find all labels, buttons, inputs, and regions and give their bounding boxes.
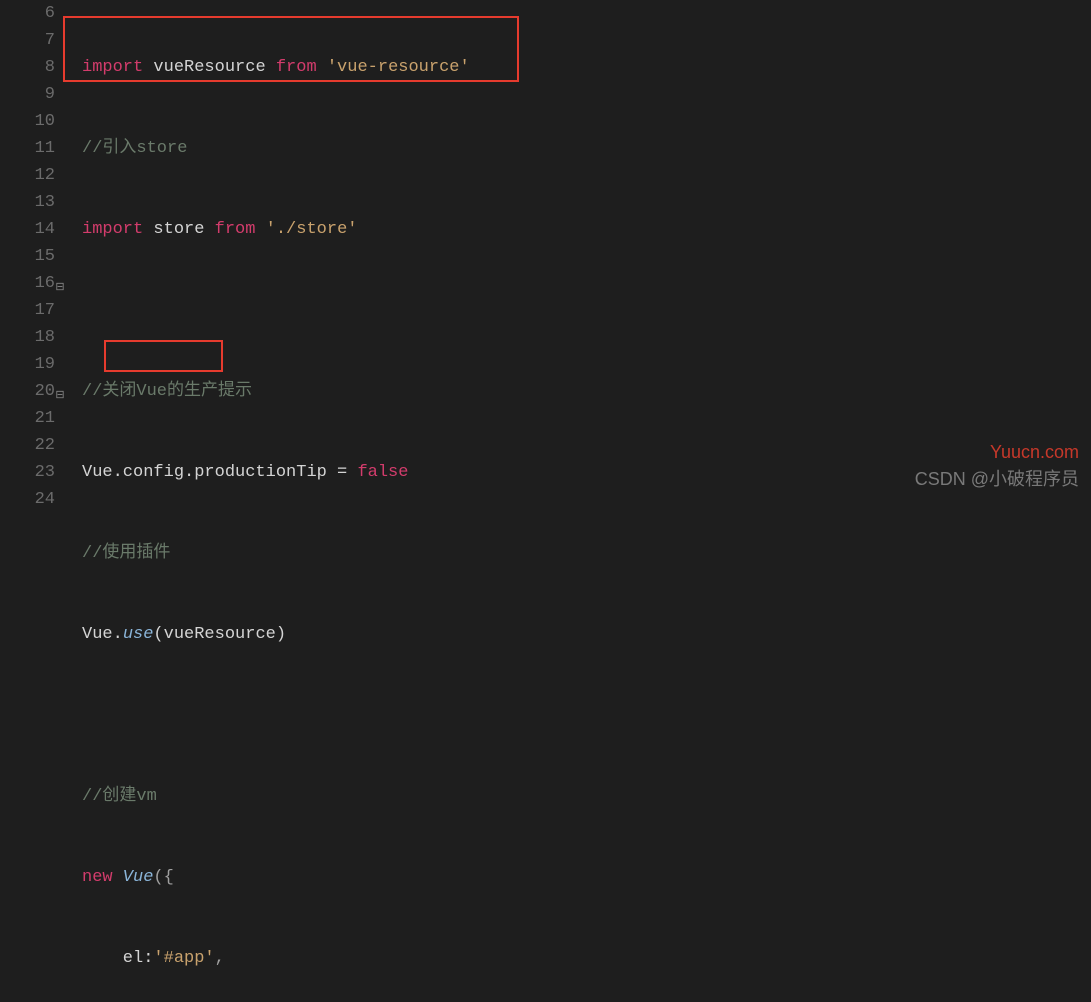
line-number: 9 — [0, 81, 55, 108]
line-number: 16⊟ — [0, 270, 55, 297]
code-line[interactable]: //引入store — [82, 135, 1091, 162]
code-line[interactable]: Vue.config.productionTip = false — [82, 459, 1091, 486]
code-line[interactable]: new Vue({ — [82, 864, 1091, 891]
line-number: 11 — [0, 135, 55, 162]
fold-icon[interactable]: ⊟ — [55, 383, 65, 410]
line-number: 15 — [0, 243, 55, 270]
line-number: 14 — [0, 216, 55, 243]
code-line[interactable]: el:'#app', — [82, 945, 1091, 972]
code-editor[interactable]: 6 7 8 9 10 11 12 13 14 15 16⊟ 17 18 19 2… — [0, 0, 1091, 501]
line-number: 17 — [0, 297, 55, 324]
line-number: 22 — [0, 432, 55, 459]
line-number: 23 — [0, 459, 55, 486]
fold-icon[interactable]: ⊟ — [55, 275, 65, 302]
line-number: 8 — [0, 54, 55, 81]
code-line[interactable] — [82, 297, 1091, 324]
line-number: 24 — [0, 486, 55, 513]
code-line[interactable]: import store from './store' — [82, 216, 1091, 243]
line-number: 18 — [0, 324, 55, 351]
code-line[interactable]: import vueResource from 'vue-resource' — [82, 54, 1091, 81]
code-area[interactable]: import vueResource from 'vue-resource' /… — [67, 0, 1091, 501]
line-number: 10 — [0, 108, 55, 135]
line-number: 21 — [0, 405, 55, 432]
code-line[interactable]: //创建vm — [82, 783, 1091, 810]
code-line[interactable]: //使用插件 — [82, 540, 1091, 567]
code-line[interactable] — [82, 702, 1091, 729]
line-number: 20⊟ — [0, 378, 55, 405]
line-number: 6 — [0, 0, 55, 27]
line-number: 13 — [0, 189, 55, 216]
line-number-gutter: 6 7 8 9 10 11 12 13 14 15 16⊟ 17 18 19 2… — [0, 0, 67, 501]
line-number: 19 — [0, 351, 55, 378]
code-line[interactable]: //关闭Vue的生产提示 — [82, 378, 1091, 405]
line-number: 12 — [0, 162, 55, 189]
line-number: 7 — [0, 27, 55, 54]
code-line[interactable]: Vue.use(vueResource) — [82, 621, 1091, 648]
